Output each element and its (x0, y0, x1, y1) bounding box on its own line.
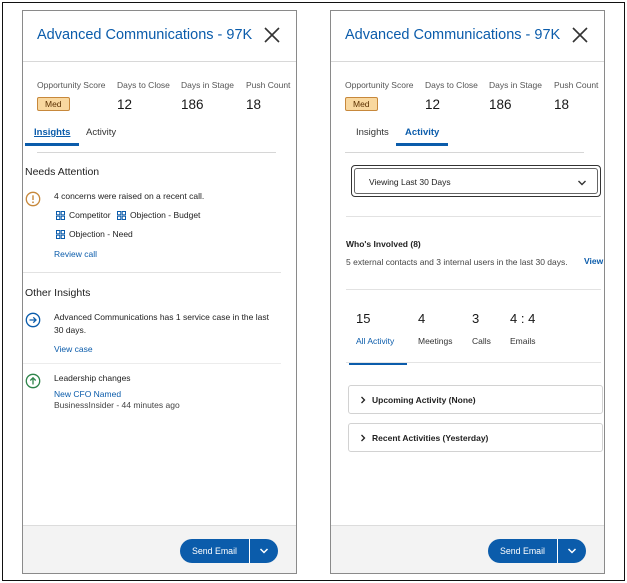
service-case-text-line2: 30 days. (54, 325, 87, 335)
chevron-right-icon (361, 434, 366, 442)
tab-bar: Insights Activity (23, 127, 296, 153)
score-badge: Med (37, 97, 70, 111)
accordion-upcoming-activity[interactable]: Upcoming Activity (None) (348, 385, 603, 414)
leadership-title: Leadership changes (54, 373, 131, 383)
stat-push-count: Push Count 18 (246, 80, 291, 112)
leadership-source: BusinessInsider - 44 minutes ago (54, 400, 180, 410)
view-case-link[interactable]: View case (54, 344, 93, 354)
stat-push-count: Push Count 18 (554, 80, 599, 112)
activity-panel: Advanced Communications - 97K Opportunit… (330, 10, 605, 574)
chevron-right-icon (361, 396, 366, 404)
chevron-down-icon (567, 548, 577, 554)
send-email-button[interactable]: Send Email (180, 539, 250, 563)
chevron-down-icon (259, 548, 269, 554)
tab-activity[interactable]: Activity (86, 127, 116, 146)
whos-involved-text: 5 external contacts and 3 internal users… (346, 257, 568, 267)
concerns-text: 4 concerns were raised on a recent call. (54, 191, 205, 201)
new-cfo-link[interactable]: New CFO Named (54, 389, 121, 399)
arrow-up-circle-icon (25, 373, 41, 389)
stat-days-to-close: Days to Close 12 (425, 80, 478, 112)
close-icon[interactable] (570, 25, 590, 45)
send-email-dropdown-button[interactable] (250, 539, 278, 563)
review-call-link[interactable]: Review call (54, 249, 97, 259)
accordion-recent-activities[interactable]: Recent Activities (Yesterday) (348, 423, 603, 452)
whos-involved-title: Who's Involved (8) (346, 239, 421, 249)
chevron-down-icon (578, 180, 586, 186)
score-badge: Med (345, 97, 378, 111)
other-insights-title: Other Insights (25, 287, 91, 299)
grid-icon (117, 210, 126, 220)
date-range-value: Viewing Last 30 Days (369, 177, 451, 187)
service-case-text-line1: Advanced Communications has 1 service ca… (54, 312, 269, 322)
whos-involved-view-link[interactable]: View (584, 256, 603, 266)
send-email-button-group: Send Email (180, 539, 278, 563)
panel-header: Advanced Communications - 97K (23, 11, 296, 62)
tab-insights[interactable]: Insights (356, 127, 389, 146)
chip-competitor: Competitor (56, 210, 111, 220)
panel-footer: Send Email (331, 525, 604, 573)
date-range-select[interactable]: Viewing Last 30 Days (351, 165, 601, 197)
panel-footer: Send Email (23, 525, 296, 573)
warning-icon (25, 191, 41, 207)
panel-title: Advanced Communications - 97K (345, 27, 561, 43)
arrow-right-circle-icon (25, 312, 41, 328)
needs-attention-title: Needs Attention (25, 166, 100, 178)
count-emails[interactable]: 4 : 4 Emails (510, 311, 536, 346)
count-all-activity[interactable]: 15 All Activity (356, 311, 394, 346)
close-icon[interactable] (262, 25, 282, 45)
grid-icon (56, 229, 65, 239)
count-calls[interactable]: 3 Calls (472, 311, 491, 346)
grid-icon (56, 210, 65, 220)
panel-header: Advanced Communications - 97K (331, 11, 604, 62)
stat-days-in-stage: Days in Stage 186 (489, 80, 542, 112)
stats-row: Opportunity Score Med Days to Close 12 D… (345, 80, 600, 120)
stat-days-to-close: Days to Close 12 (117, 80, 170, 112)
panel-title: Advanced Communications - 97K (37, 27, 253, 43)
chip-objection-need: Objection - Need (56, 229, 133, 239)
send-email-dropdown-button[interactable] (558, 539, 586, 563)
tab-insights[interactable]: Insights (25, 127, 80, 146)
stats-row: Opportunity Score Med Days to Close 12 D… (37, 80, 292, 120)
insights-panel: Advanced Communications - 97K Opportunit… (22, 10, 297, 574)
send-email-button-group: Send Email (488, 539, 586, 563)
send-email-button[interactable]: Send Email (488, 539, 558, 563)
tab-bar: Insights Activity (331, 127, 604, 153)
stat-days-in-stage: Days in Stage 186 (181, 80, 234, 112)
chip-objection-budget: Objection - Budget (117, 210, 200, 220)
stat-opportunity-score: Opportunity Score Med (345, 80, 414, 111)
stat-opportunity-score: Opportunity Score Med (37, 80, 106, 111)
tab-activity[interactable]: Activity (396, 127, 449, 146)
count-meetings[interactable]: 4 Meetings (418, 311, 453, 346)
